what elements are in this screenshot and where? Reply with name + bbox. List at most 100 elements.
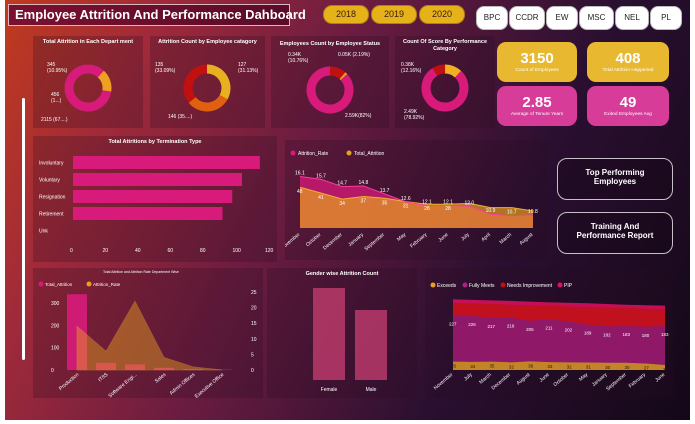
axis-tick-label: June: [654, 372, 666, 384]
axis-tick-label: 40: [135, 248, 141, 254]
kpi-exited-avg: 49 Exited Employees Avg: [587, 86, 669, 126]
data-label: 216: [507, 324, 515, 329]
legend-label: Exceeds: [437, 283, 457, 289]
gender-bar: [355, 310, 387, 380]
data-label: 12.1: [443, 200, 453, 206]
data-label: 13.7: [380, 188, 390, 194]
axis-tick-label: May: [578, 372, 589, 383]
axis-tick-label: 80: [200, 248, 206, 254]
data-label: 10.7: [507, 210, 517, 216]
bar-category-label: Voluntary: [39, 178, 60, 184]
data-label: 183: [661, 332, 669, 337]
axis-tick-label: November: [433, 372, 455, 392]
legend-label: Attrition_Rate: [298, 151, 329, 157]
data-label: 189: [584, 331, 592, 336]
termination-bar: [73, 207, 223, 220]
button-label: Training And Performance Report: [576, 222, 654, 240]
data-label: 34: [339, 201, 345, 207]
axis-tick-label: July: [460, 232, 471, 243]
axis-tick-label: October: [305, 232, 323, 248]
legend-marker: [430, 282, 436, 288]
chart-title: Total Attritions by Termination Type: [108, 139, 202, 145]
data-label: 183: [622, 332, 630, 337]
donut-data-label: (10.76%): [288, 58, 309, 64]
axis-tick-label: March: [499, 232, 514, 246]
axis-tick-label: 20: [103, 248, 109, 254]
top-performing-employees-button[interactable]: Top Performing Employees: [557, 158, 673, 200]
gender-attrition-chart: Female Male: [313, 288, 387, 393]
legend-marker: [346, 150, 352, 156]
axis-tick-label: 0: [70, 248, 73, 254]
data-label: 31: [586, 365, 592, 370]
donut-data-label: 146 (35....): [168, 114, 193, 120]
legend-marker: [500, 282, 506, 288]
donut-data-label: (1...): [51, 98, 62, 104]
axis-tick-label: 0: [251, 368, 254, 374]
donut-data-label: 2115 (67....): [41, 117, 68, 123]
axis-tick-label: 100: [51, 346, 60, 352]
axis-tick-label: December: [322, 232, 344, 252]
axis-tick-label: 60: [168, 248, 174, 254]
axis-tick-label: Software Engi...: [107, 372, 138, 398]
axis-tick-label: Male: [366, 387, 377, 393]
data-label: 35: [382, 200, 388, 206]
legend-label: Needs Improvement: [507, 283, 553, 289]
legend-marker: [86, 281, 92, 287]
button-label: Top Performing Employees: [585, 168, 645, 186]
axis-tick-label: July: [463, 372, 474, 383]
donut-data-label: (78.92%): [404, 115, 425, 121]
kpi-value: 3150: [520, 50, 554, 67]
donut-data-label: (12.16%): [401, 68, 422, 74]
gender-bar: [313, 288, 345, 380]
axis-tick-label: January: [591, 372, 609, 388]
legend-marker: [290, 150, 296, 156]
axis-tick-label: February: [409, 232, 429, 250]
axis-tick-label: September: [363, 232, 386, 253]
axis-tick-label: October: [552, 372, 570, 388]
data-label: 14.8: [359, 180, 369, 186]
data-label: 12.0: [464, 200, 474, 206]
data-label: 12.6: [401, 196, 411, 202]
donut-data-label: 2.59K(82%): [345, 113, 372, 119]
data-label: 30: [605, 365, 611, 370]
data-label: 35: [490, 364, 496, 369]
legend-label: Attrition_Rate: [93, 282, 121, 287]
training-performance-report-button[interactable]: Training And Performance Report: [557, 212, 673, 254]
axis-tick-label: 20: [251, 306, 257, 312]
axis-tick-label: 200: [51, 323, 60, 329]
donut-segment: [339, 72, 348, 81]
donut-segment: [206, 64, 231, 100]
data-label: 10.9: [486, 208, 496, 214]
legend-label: Fully Meets: [469, 283, 495, 289]
legend-label: PIP: [564, 283, 573, 289]
axis-tick-label: June: [538, 372, 550, 384]
termination-bar: [73, 156, 260, 169]
axis-tick-label: 300: [51, 301, 60, 307]
data-label: 31: [403, 204, 409, 210]
data-label: 30: [624, 365, 630, 370]
monthly-attrition-chart: Attrition_Rate Total_Attrition 16.1 15.7 14.…: [285, 150, 538, 253]
chart-title: Total Attrition and Attrition Rate Depar…: [103, 270, 179, 274]
legend-label: Total_Attrition: [45, 282, 73, 287]
bar-category-label: Retirement: [39, 212, 64, 218]
axis-tick-label: December: [491, 372, 513, 392]
legend-marker: [38, 281, 44, 287]
donut-data-label: 0.05K (2.19%): [338, 52, 370, 58]
donut-segment: [421, 68, 469, 112]
legend-marker: [557, 282, 563, 288]
data-label: 32: [567, 364, 573, 369]
data-label: 16.1: [295, 171, 305, 177]
bar-category-label: Unk: [39, 229, 48, 235]
axis-tick-label: 100: [233, 248, 242, 254]
kpi-value: 49: [619, 94, 637, 111]
data-label: 21: [663, 367, 669, 372]
axis-tick-label: Production: [58, 372, 80, 392]
data-label: 37: [361, 199, 367, 205]
data-label: 12.1: [422, 200, 432, 206]
data-label: 211: [545, 325, 553, 330]
data-label: 182: [603, 332, 611, 337]
data-label: 28: [445, 206, 451, 212]
axis-tick-label: IT/IS: [97, 372, 109, 384]
donut-data-label: (33.09%): [155, 68, 176, 74]
termination-bar: [73, 190, 233, 203]
